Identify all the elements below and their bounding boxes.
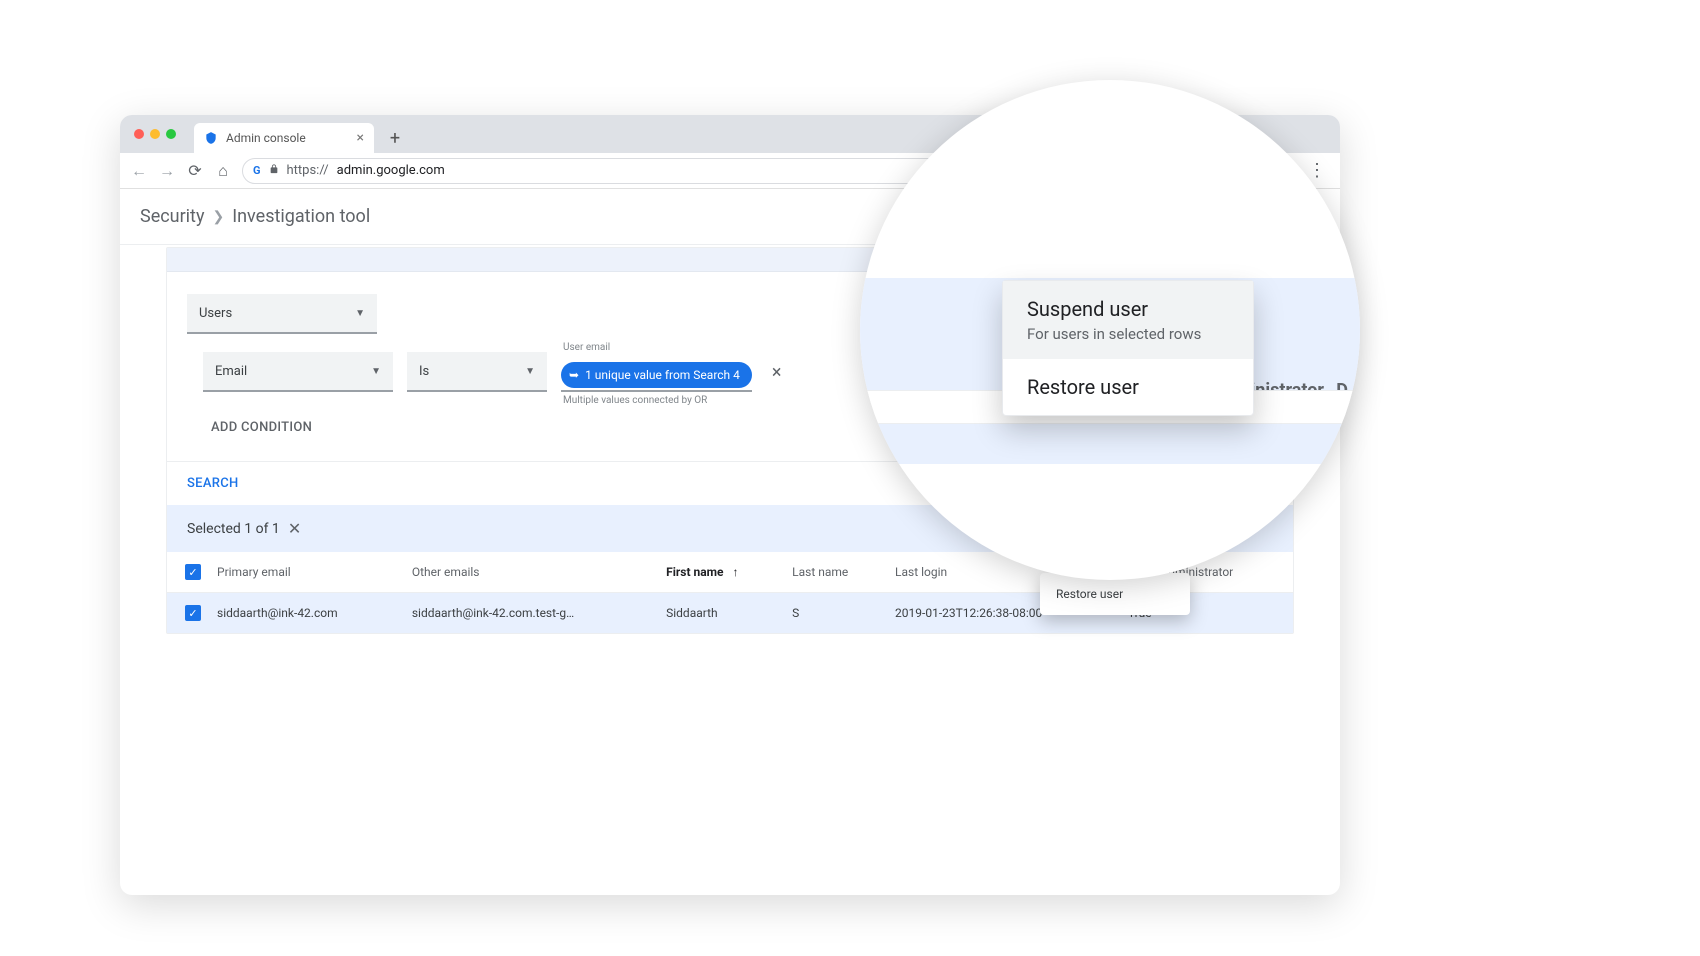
zoom-lens: dministrator D F Suspend user For users …	[860, 80, 1360, 580]
restore-user-item-small[interactable]: Restore user	[1040, 579, 1190, 609]
col-primary-email[interactable]: Primary email	[209, 552, 404, 593]
lock-icon	[269, 163, 279, 179]
condition-field-select[interactable]: Email ▼	[203, 352, 393, 392]
suspend-user-title: Suspend user	[1027, 297, 1229, 321]
window-close-icon[interactable]	[134, 129, 144, 139]
restore-user-item[interactable]: Restore user	[1003, 359, 1253, 415]
breadcrumb-parent[interactable]: Security	[140, 206, 204, 227]
caret-down-icon: ▼	[371, 366, 381, 377]
nav-forward-icon[interactable]: →	[158, 162, 176, 180]
share-icon: ➥	[569, 368, 579, 382]
macos-window-controls[interactable]	[134, 129, 194, 153]
caret-down-icon: ▼	[525, 366, 535, 377]
col-first-name[interactable]: First name ↑	[658, 552, 784, 593]
chip-text: 1 unique value from Search 4	[585, 368, 740, 382]
window-zoom-icon[interactable]	[166, 129, 176, 139]
condition-value-field[interactable]: User email ➥ 1 unique value from Search …	[561, 352, 752, 392]
condition-operator-value: Is	[419, 364, 429, 379]
condition-value-label: User email	[563, 342, 610, 353]
nav-reload-icon[interactable]: ⟳	[186, 162, 204, 180]
browser-tab[interactable]: Admin console ×	[194, 123, 374, 153]
suspend-user-item[interactable]: Suspend user For users in selected rows	[1003, 281, 1253, 359]
tab-close-icon[interactable]: ×	[357, 130, 364, 146]
new-tab-button[interactable]: +	[382, 125, 408, 151]
condition-value-hint: Multiple values connected by OR	[563, 395, 707, 406]
chevron-right-icon: ❯	[212, 209, 224, 225]
nav-home-icon[interactable]: ⌂	[214, 162, 232, 180]
select-all-checkbox[interactable]: ✓	[185, 564, 201, 580]
col-other-emails[interactable]: Other emails	[404, 552, 658, 593]
window-minimize-icon[interactable]	[150, 129, 160, 139]
suspend-user-sub: For users in selected rows	[1027, 325, 1229, 343]
url-scheme: https://	[287, 163, 329, 178]
row-checkbox[interactable]: ✓	[185, 605, 201, 621]
clear-selection-button[interactable]: ✕	[288, 519, 301, 538]
data-source-value: Users	[199, 306, 232, 321]
condition-field-value: Email	[215, 364, 247, 379]
condition-operator-select[interactable]: Is ▼	[407, 352, 547, 392]
actions-menu[interactable]: Suspend user For users in selected rows …	[1002, 280, 1254, 416]
nav-back-icon[interactable]: ←	[130, 162, 148, 180]
zoom-cell-edge: F	[1338, 432, 1348, 453]
cell-first-name: Siddaarth	[658, 593, 784, 634]
caret-down-icon: ▼	[355, 308, 365, 319]
search-reference-chip[interactable]: ➥ 1 unique value from Search 4	[561, 362, 752, 388]
admin-favicon-icon	[204, 131, 218, 145]
restore-user-title: Restore user	[1027, 375, 1229, 399]
sort-asc-icon: ↑	[733, 565, 739, 579]
site-identity-icon: G	[253, 164, 261, 177]
remove-condition-button[interactable]: ×	[772, 362, 782, 383]
breadcrumb-current: Investigation tool	[232, 206, 370, 227]
cell-primary-email: siddaarth@ink-42.com	[209, 593, 404, 634]
cell-last-name: S	[784, 593, 887, 634]
data-source-select[interactable]: Users ▼	[187, 294, 377, 334]
url-domain: admin.google.com	[337, 163, 445, 178]
cell-other-emails: siddaarth@ink-42.com.test-g…	[404, 593, 658, 634]
selection-count: Selected 1 of 1	[187, 521, 280, 537]
tab-title: Admin console	[226, 131, 306, 145]
